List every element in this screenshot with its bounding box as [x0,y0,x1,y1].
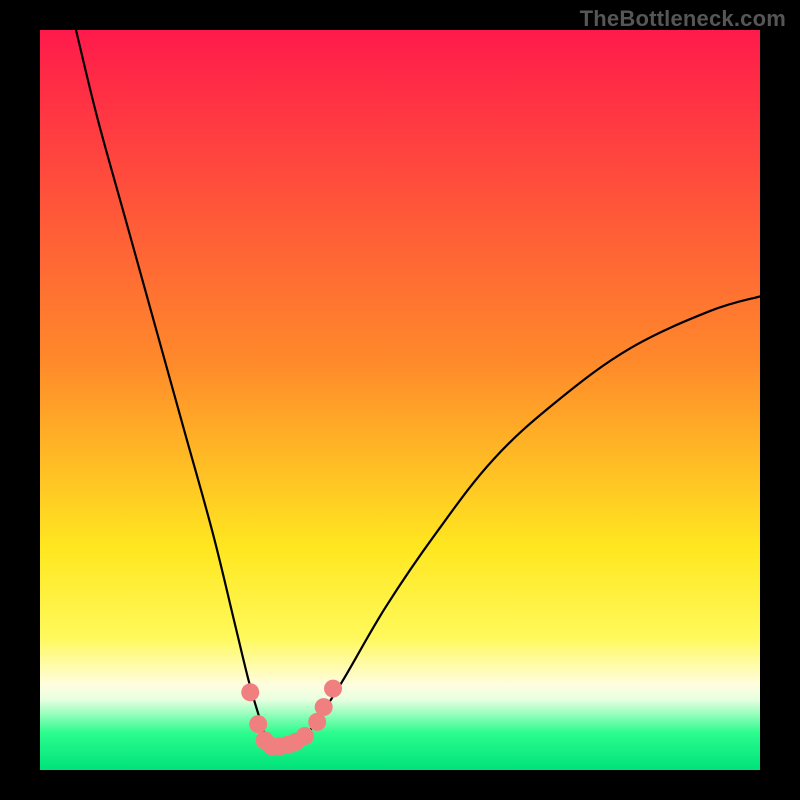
highlight-marker [249,715,267,733]
plot-background [40,30,760,770]
highlight-marker [296,727,314,745]
highlight-marker [324,680,342,698]
chart-svg [0,0,800,800]
chart-frame: TheBottleneck.com [0,0,800,800]
highlight-marker [241,683,259,701]
highlight-marker [315,698,333,716]
watermark-text: TheBottleneck.com [580,6,786,32]
